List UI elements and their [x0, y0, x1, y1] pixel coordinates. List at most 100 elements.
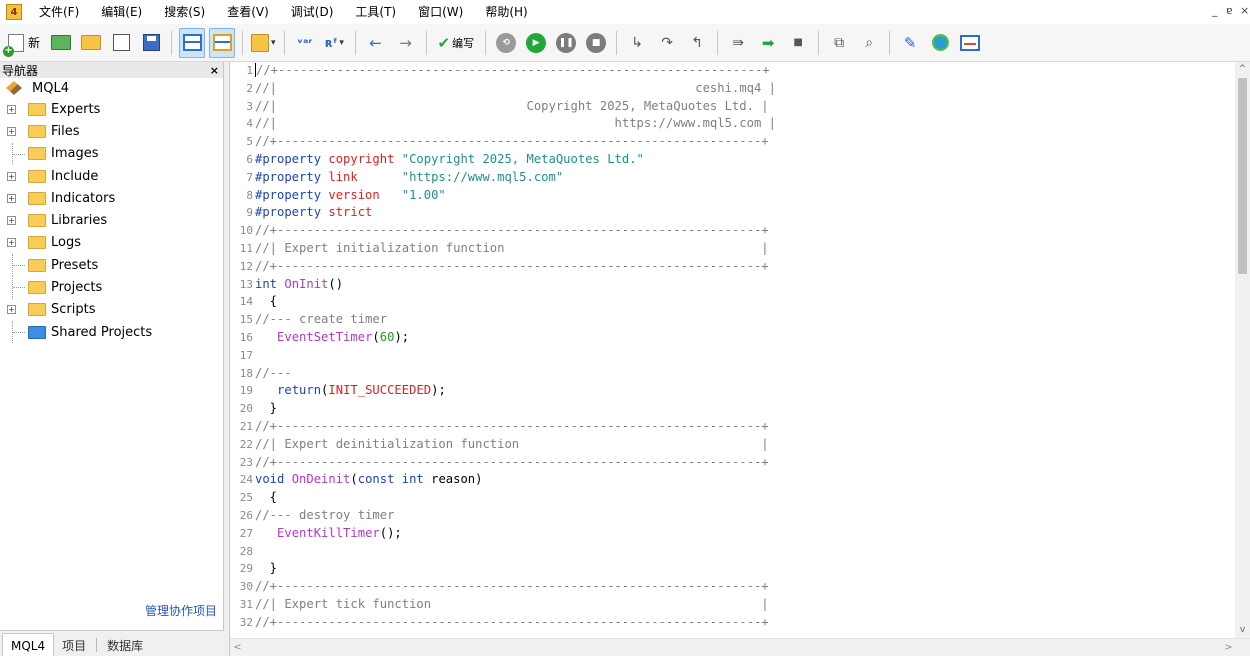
code-line[interactable]: {: [255, 293, 1235, 311]
code-line[interactable]: //--- destroy timer: [255, 507, 1235, 525]
insert-variable-button[interactable]: ᵛᵃʳ: [292, 28, 318, 58]
menu-help[interactable]: 帮助(H): [474, 0, 538, 24]
tree-item[interactable]: Images: [0, 142, 223, 165]
compile-button[interactable]: ✔ 编写: [434, 28, 479, 58]
menu-file[interactable]: 文件(F): [28, 0, 90, 24]
code-line[interactable]: #property strict: [255, 204, 1235, 222]
expand-icon[interactable]: +: [7, 193, 16, 203]
step-over-button[interactable]: ↷: [654, 28, 680, 58]
run-to-cursor-button[interactable]: ➡: [755, 28, 781, 58]
profiler-button[interactable]: ✎: [897, 28, 923, 58]
security-button[interactable]: [927, 28, 953, 58]
forward-button[interactable]: →: [393, 28, 419, 58]
find-button[interactable]: ⌕: [856, 28, 882, 58]
open-button[interactable]: [78, 28, 104, 58]
code-line[interactable]: #property copyright "Copyright 2025, Met…: [255, 151, 1235, 169]
code-line[interactable]: //+-------------------------------------…: [255, 62, 1235, 80]
code-line[interactable]: //+-------------------------------------…: [255, 454, 1235, 472]
remove-breakpoints-button[interactable]: ■: [785, 28, 811, 58]
tree-item[interactable]: + Files: [0, 120, 223, 142]
menu-view[interactable]: 查看(V): [216, 0, 280, 24]
terminal-button[interactable]: [957, 28, 983, 58]
code-editor[interactable]: 1 2 3 4 5 6 7 8 9 10 11 12 13 14 15 16 17 18 19 20 21 22 23 24 2…: [229, 62, 1250, 656]
insert-function-button[interactable]: ʀᶠ ▾: [322, 28, 348, 58]
code-line[interactable]: //+-------------------------------------…: [255, 133, 1235, 151]
toolbox-toggle-button[interactable]: [209, 27, 236, 58]
stop-button[interactable]: ■: [583, 28, 609, 58]
minimize-icon[interactable]: _: [1212, 4, 1218, 17]
menu-debug[interactable]: 调试(D): [280, 0, 345, 24]
tree-item[interactable]: + Logs: [0, 232, 223, 254]
scroll-right-icon[interactable]: >: [1221, 639, 1236, 656]
styler-button[interactable]: ▾: [250, 28, 277, 58]
code-line[interactable]: //+-------------------------------------…: [255, 614, 1235, 632]
code-line[interactable]: //| https://www.mql5.com |: [255, 115, 1235, 133]
save-button[interactable]: [108, 28, 134, 58]
code-line[interactable]: //| ceshi.mq4 |: [255, 80, 1235, 98]
menu-window[interactable]: 窗口(W): [407, 0, 474, 24]
expand-icon[interactable]: +: [7, 126, 16, 136]
restore-icon[interactable]: ɐ: [1226, 4, 1233, 17]
menu-edit[interactable]: 编辑(E): [90, 0, 153, 24]
tree-item[interactable]: Shared Projects: [0, 320, 223, 344]
vertical-scrollbar[interactable]: ^ v: [1235, 62, 1250, 638]
breakpoint-button[interactable]: ⇛: [725, 28, 751, 58]
close-document-icon[interactable]: ×: [1240, 4, 1249, 17]
back-button[interactable]: ←: [363, 28, 389, 58]
copy-button[interactable]: ⧉: [826, 28, 852, 58]
scroll-down-icon[interactable]: v: [1235, 623, 1250, 638]
tree-item[interactable]: + Indicators: [0, 187, 223, 209]
tab-mql4[interactable]: MQL4: [2, 633, 55, 656]
horizontal-scrollbar[interactable]: < >: [230, 638, 1250, 656]
code-line[interactable]: //| Copyright 2025, MetaQuotes Ltd. |: [255, 98, 1235, 116]
code-line[interactable]: [255, 347, 1235, 365]
manage-collaboration-link[interactable]: 管理协作项目: [145, 602, 217, 619]
expand-icon[interactable]: +: [7, 216, 16, 226]
tree-item[interactable]: + Libraries: [0, 209, 223, 231]
code-line[interactable]: return(INIT_SUCCEEDED);: [255, 382, 1235, 400]
code-line[interactable]: #property link "https://www.mql5.com": [255, 169, 1235, 187]
code-line[interactable]: void OnDeinit(const int reason): [255, 471, 1235, 489]
menu-tools[interactable]: 工具(T): [344, 0, 407, 24]
scroll-left-icon[interactable]: <: [230, 639, 245, 656]
tree-item[interactable]: Presets: [0, 254, 223, 277]
tree-item[interactable]: + Include: [0, 165, 223, 187]
scroll-up-icon[interactable]: ^: [1235, 62, 1250, 77]
expand-icon[interactable]: +: [7, 305, 16, 315]
start-debug-button[interactable]: ▶: [523, 28, 549, 58]
code-line[interactable]: #property version "1.00": [255, 187, 1235, 205]
app-logo-icon[interactable]: 4: [6, 4, 22, 20]
tree-item[interactable]: + Scripts: [0, 299, 223, 321]
menu-search[interactable]: 搜索(S): [153, 0, 216, 24]
code-line[interactable]: EventKillTimer();: [255, 525, 1235, 543]
pause-button[interactable]: ❚❚: [553, 28, 579, 58]
new-button[interactable]: 新: [3, 28, 44, 58]
tree-item[interactable]: Projects: [0, 276, 223, 299]
code-line[interactable]: //| Expert initialization function |: [255, 240, 1235, 258]
expand-icon[interactable]: +: [7, 104, 16, 114]
code-line[interactable]: //+-------------------------------------…: [255, 578, 1235, 596]
code-line[interactable]: int OnInit(): [255, 276, 1235, 294]
save-all-button[interactable]: [138, 28, 164, 58]
code-line[interactable]: }: [255, 560, 1235, 578]
code-line[interactable]: //+-------------------------------------…: [255, 258, 1235, 276]
restart-button[interactable]: ⟲: [493, 28, 519, 58]
vertical-scroll-thumb[interactable]: [1238, 78, 1247, 274]
code-line[interactable]: }: [255, 400, 1235, 418]
navigator-toggle-button[interactable]: [179, 27, 206, 58]
code-line[interactable]: EventSetTimer(60);: [255, 329, 1235, 347]
code-line[interactable]: //---: [255, 365, 1235, 383]
code-line[interactable]: //+-------------------------------------…: [255, 222, 1235, 240]
template-button[interactable]: [48, 28, 74, 58]
code-line[interactable]: //--- create timer: [255, 311, 1235, 329]
tab-database[interactable]: 数据库: [99, 634, 151, 656]
tree-item[interactable]: + Experts: [0, 98, 223, 120]
close-icon[interactable]: ×: [210, 64, 219, 77]
code-line[interactable]: //| Expert deinitialization function |: [255, 436, 1235, 454]
tree-root-mql4[interactable]: MQL4: [0, 78, 223, 98]
step-out-button[interactable]: ↰: [684, 28, 710, 58]
code-line[interactable]: //+-------------------------------------…: [255, 418, 1235, 436]
code-line[interactable]: {: [255, 489, 1235, 507]
code-area[interactable]: //+-------------------------------------…: [255, 62, 1235, 638]
code-line[interactable]: //| Expert tick function |: [255, 596, 1235, 614]
